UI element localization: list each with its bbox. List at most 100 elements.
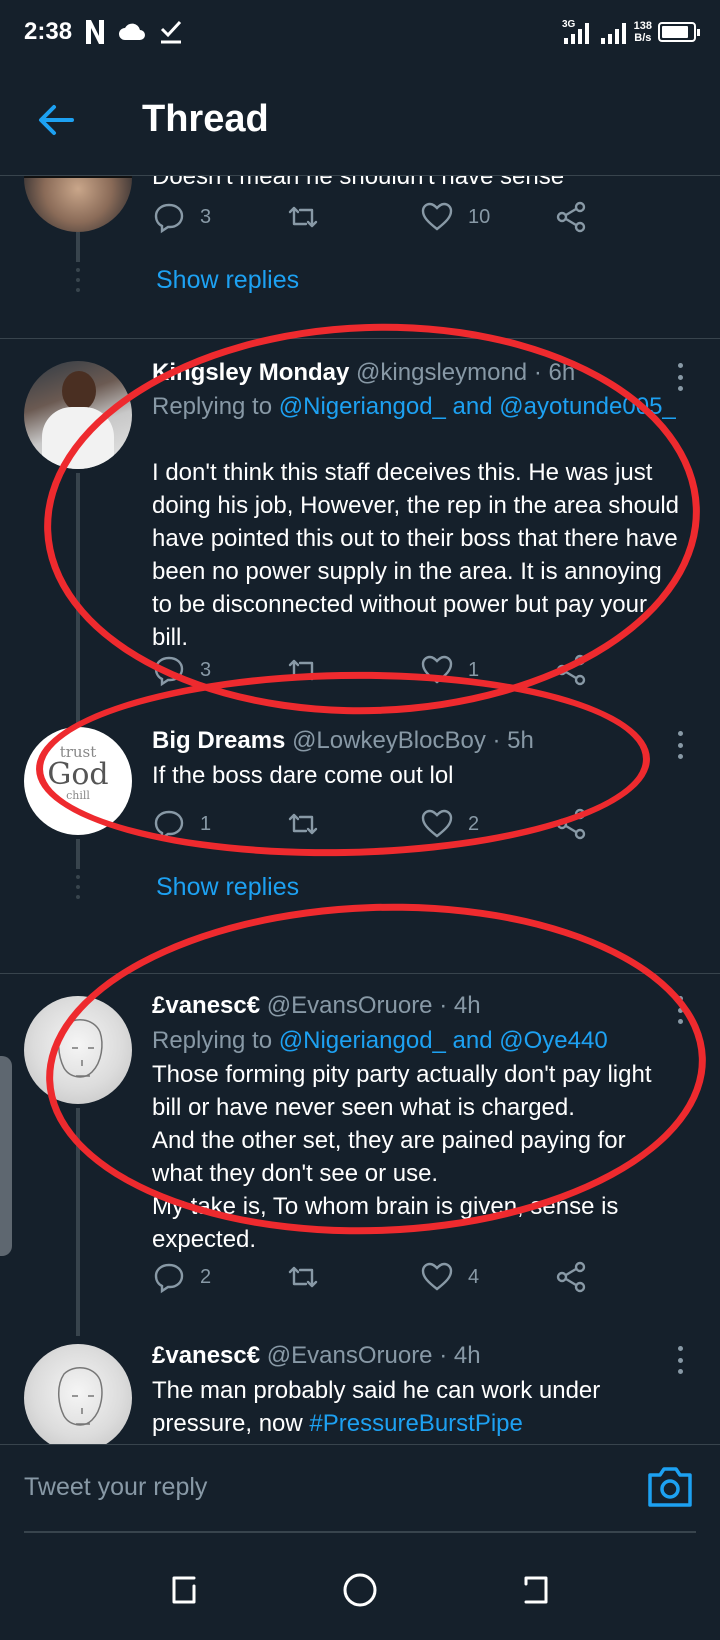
tweet-kingsley-monday[interactable]: Kingsley Monday @kingsleymond · 6h Reply… <box>0 339 720 709</box>
battery-icon <box>658 22 700 42</box>
tweet-header: Kingsley Monday @kingsleymond · 6h <box>152 359 650 387</box>
replying-to: Replying to @Nigeriangod_ and @ayotunde0… <box>152 390 680 423</box>
tweet-body: I don't think this staff deceives this. … <box>152 459 680 651</box>
reply-count: 1 <box>200 812 212 835</box>
avatar[interactable]: trust God chill <box>24 727 132 835</box>
share-button[interactable] <box>554 807 588 841</box>
edge-panel-handle[interactable] <box>0 1056 12 1256</box>
reply-button[interactable]: 3 <box>152 200 211 234</box>
like-count: 2 <box>468 812 480 835</box>
replying-prefix: Replying to <box>152 1027 273 1054</box>
like-button[interactable]: 4 <box>420 1260 479 1294</box>
camera-icon <box>648 1467 692 1507</box>
more-options-button[interactable] <box>670 727 690 763</box>
author-name[interactable]: £vanesc€ <box>152 992 260 1019</box>
avatar[interactable] <box>24 176 132 232</box>
share-icon <box>556 654 586 686</box>
tweet-partial[interactable]: Doesn't mean he shouldn't have sense 3 1… <box>0 176 720 338</box>
more-options-button[interactable] <box>670 1342 690 1378</box>
home-button[interactable] <box>340 1570 380 1610</box>
tweet-evanesc-2[interactable]: £vanesc€ @EvansOruore · 4h The man proba… <box>0 1324 720 1444</box>
retweet-icon <box>288 206 318 228</box>
thread-line <box>76 709 80 723</box>
avatar[interactable] <box>24 361 132 469</box>
reply-input[interactable]: Tweet your reply <box>24 1473 207 1502</box>
reply-count: 3 <box>200 658 212 681</box>
tweet-actions: 2 4 <box>152 1260 612 1300</box>
reply-icon <box>154 810 184 841</box>
retweet-button[interactable] <box>286 200 334 234</box>
hashtag-link[interactable]: #PressureBurstPipe <box>309 1410 522 1437</box>
reply-icon <box>154 1263 184 1294</box>
author-name[interactable]: £vanesc€ <box>152 1342 260 1369</box>
check-icon <box>160 20 182 44</box>
cloud-icon <box>119 23 146 40</box>
heart-icon <box>421 655 453 684</box>
reply-icon <box>154 656 184 687</box>
speed-unit: B/s <box>634 32 652 44</box>
thread-dots <box>76 875 80 905</box>
author-handle: @EvansOruore <box>266 992 433 1019</box>
author-name[interactable]: Big Dreams <box>152 727 285 754</box>
share-button[interactable] <box>554 653 588 687</box>
camera-button[interactable] <box>646 1465 694 1509</box>
reply-count: 3 <box>200 205 212 228</box>
tweet-header: Big Dreams @LowkeyBlocBoy · 5h <box>152 727 650 755</box>
recent-apps-button[interactable] <box>164 1570 204 1610</box>
author-name[interactable]: Kingsley Monday <box>152 359 349 386</box>
show-replies-link[interactable]: Show replies <box>156 873 299 902</box>
back-button[interactable] <box>26 90 86 150</box>
more-options-button[interactable] <box>670 992 690 1028</box>
thread-line <box>76 473 80 709</box>
tweet-time: · 4h <box>439 992 481 1019</box>
reply-button[interactable]: 1 <box>152 807 211 841</box>
thread-line <box>76 232 80 262</box>
tweet-actions: 3 1 <box>152 653 612 693</box>
netflix-icon <box>86 20 105 44</box>
retweet-button[interactable] <box>286 1260 334 1294</box>
replying-to: Replying to @Nigeriangod_ and @Oye440 <box>152 1024 680 1057</box>
tweet-body: If the boss dare come out lol <box>152 762 454 789</box>
back-nav-button[interactable] <box>516 1570 556 1610</box>
thread-feed[interactable]: Doesn't mean he shouldn't have sense 3 1… <box>0 176 720 1444</box>
retweet-button[interactable] <box>286 807 334 841</box>
reply-count: 2 <box>200 1265 212 1288</box>
tweet-body: The man probably said he can work under … <box>152 1374 680 1440</box>
replying-to-link[interactable]: @Nigeriangod_ and @Oye440 <box>279 1027 608 1054</box>
reply-button[interactable]: 3 <box>152 653 211 687</box>
share-icon <box>556 201 586 233</box>
author-handle: @LowkeyBlocBoy <box>292 727 486 754</box>
speed-value: 138 <box>633 20 652 32</box>
tweet-header: £vanesc€ @EvansOruore · 4h <box>152 1342 650 1370</box>
tweet-body: Doesn't mean he shouldn't have sense <box>152 176 565 190</box>
retweet-button[interactable] <box>286 653 334 687</box>
avatar[interactable] <box>24 996 132 1104</box>
tweet-evanesc-1[interactable]: £vanesc€ @EvansOruore · 4h Replying to @… <box>0 974 720 1324</box>
signal-icon <box>600 23 626 44</box>
reply-button[interactable]: 2 <box>152 1260 211 1294</box>
tweet-actions: 1 2 <box>152 807 612 847</box>
avatar-shirt <box>42 407 114 469</box>
replying-to-link[interactable]: @Nigeriangod_ and @ayotunde005_ <box>279 393 676 420</box>
heart-icon <box>421 202 453 231</box>
like-button[interactable]: 2 <box>420 807 479 841</box>
heart-icon <box>421 809 453 838</box>
share-icon <box>556 808 586 840</box>
thread-line <box>76 1108 80 1324</box>
share-button[interactable] <box>554 200 588 234</box>
reply-bar: Tweet your reply <box>0 1444 720 1534</box>
show-replies-link[interactable]: Show replies <box>156 266 299 295</box>
replying-prefix: Replying to <box>152 393 273 420</box>
tweet-big-dreams[interactable]: trust God chill Big Dreams @LowkeyBlocBo… <box>0 709 720 961</box>
tweet-time: · 5h <box>492 727 534 754</box>
share-icon <box>556 1261 586 1293</box>
network-speed: 138 B/s <box>634 20 652 44</box>
reply-icon <box>154 203 184 234</box>
like-count: 10 <box>468 205 491 228</box>
share-button[interactable] <box>554 1260 588 1294</box>
thread-dots <box>76 268 80 298</box>
like-button[interactable]: 10 <box>420 200 490 234</box>
avatar[interactable] <box>24 1344 132 1444</box>
like-button[interactable]: 1 <box>420 653 479 687</box>
retweet-icon <box>288 659 318 681</box>
